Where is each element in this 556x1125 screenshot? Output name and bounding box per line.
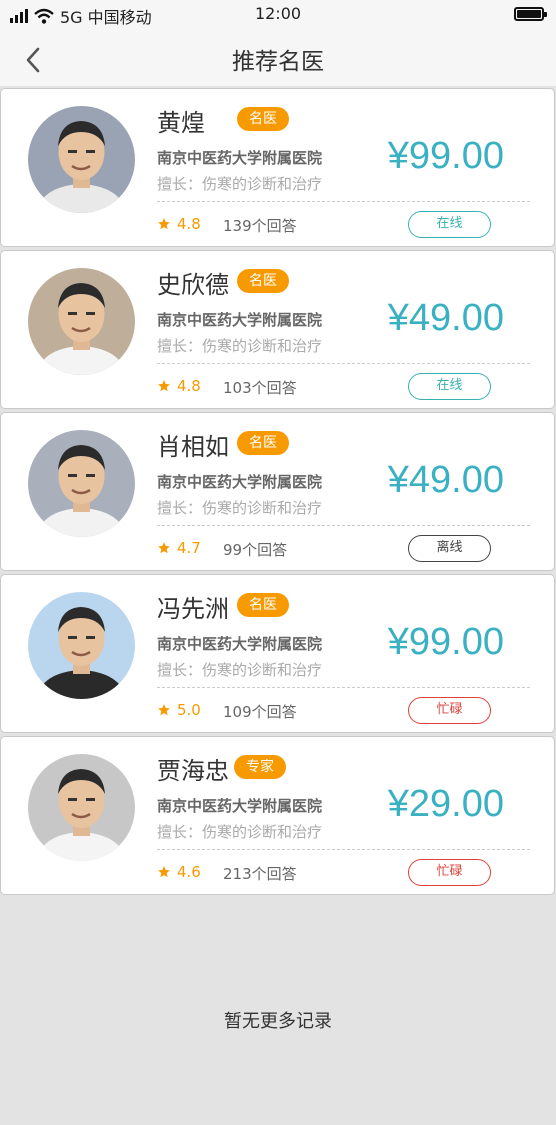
doctor-card-2[interactable]: 史欣德 名医 南京中医药大学附属医院 擅长：伤寒的诊断和治疗 ¥49.00 4.… [0,250,555,409]
specialty-text: 擅长：伤寒的诊断和治疗 [157,661,323,679]
rating-value: 4.8 [177,215,201,233]
doctor-name: 史欣德 [157,271,229,299]
specialty-text: 擅长：伤寒的诊断和治疗 [157,175,323,193]
doctor-card-1[interactable]: 黄煌 名医 南京中医药大学附属医院 擅长：伤寒的诊断和治疗 ¥99.00 4.8… [0,88,555,247]
doctor-avatar [28,106,135,213]
hospital-name: 南京中医药大学附属医院 [157,635,323,653]
doctor-avatar [28,268,135,375]
star-icon [158,380,170,392]
divider [157,363,530,364]
star-icon [158,218,170,230]
star-icon [158,542,170,554]
nav-bar: 推荐名医 [0,30,556,86]
title-badge: 名医 [237,269,289,293]
doctor-list: 黄煌 名医 南京中医药大学附属医院 擅长：伤寒的诊断和治疗 ¥99.00 4.8… [0,88,556,898]
doctor-name: 冯先洲 [157,595,229,623]
hospital-name: 南京中医药大学附属医院 [157,311,323,329]
doctor-name: 黄煌 [157,109,205,137]
consult-price: ¥49.00 [387,297,504,339]
divider [157,849,530,850]
hospital-name: 南京中医药大学附属医院 [157,797,323,815]
title-badge: 名医 [237,431,289,455]
divider [157,201,530,202]
title-badge: 名医 [237,107,289,131]
specialty-text: 擅长：伤寒的诊断和治疗 [157,499,323,517]
consult-price: ¥29.00 [387,783,504,825]
star-icon [158,704,170,716]
specialty-text: 擅长：伤寒的诊断和治疗 [157,337,323,355]
specialty-text: 擅长：伤寒的诊断和治疗 [157,823,323,841]
divider [157,687,530,688]
rating: 4.8 [157,215,201,233]
title-badge: 专家 [234,755,286,779]
doctor-avatar [28,430,135,537]
consult-price: ¥99.00 [387,621,504,663]
doctor-avatar [28,592,135,699]
rating: 4.6 [157,863,201,881]
no-more-records: 暂无更多记录 [224,1011,332,1032]
hospital-name: 南京中医药大学附属医院 [157,473,323,491]
availability-status: 在线 [408,373,491,400]
doctor-card-3[interactable]: 肖相如 名医 南京中医药大学附属医院 擅长：伤寒的诊断和治疗 ¥49.00 4.… [0,412,555,571]
doctor-card-5[interactable]: 贾海忠 专家 南京中医药大学附属医院 擅长：伤寒的诊断和治疗 ¥29.00 4.… [0,736,555,895]
consult-price: ¥49.00 [387,459,504,501]
star-icon [158,866,170,878]
doctor-name: 肖相如 [157,433,229,461]
rating-value: 5.0 [177,701,201,719]
rating: 5.0 [157,701,201,719]
status-bar: 5G 中国移动 12:00 [0,0,556,30]
rating: 4.7 [157,539,201,557]
doctor-avatar [28,754,135,861]
consult-price: ¥99.00 [387,135,504,177]
availability-status: 忙碌 [408,859,491,886]
doctor-name: 贾海忠 [157,757,229,785]
rating-value: 4.7 [177,539,201,557]
answer-count: 213个回答 [223,865,297,883]
availability-status: 在线 [408,211,491,238]
answer-count: 139个回答 [223,217,297,235]
divider [157,525,530,526]
title-badge: 名医 [237,593,289,617]
status-time: 12:00 [254,4,302,23]
answer-count: 109个回答 [223,703,297,721]
battery-icon [514,7,547,21]
availability-status: 忙碌 [408,697,491,724]
rating: 4.8 [157,377,201,395]
rating-value: 4.8 [177,377,201,395]
answer-count: 103个回答 [223,379,297,397]
hospital-name: 南京中医药大学附属医院 [157,149,323,167]
doctor-card-4[interactable]: 冯先洲 名医 南京中医药大学附属医院 擅长：伤寒的诊断和治疗 ¥99.00 5.… [0,574,555,733]
answer-count: 99个回答 [223,541,288,559]
page-title: 推荐名医 [232,49,324,75]
rating-value: 4.6 [177,863,201,881]
availability-status: 离线 [408,535,491,562]
